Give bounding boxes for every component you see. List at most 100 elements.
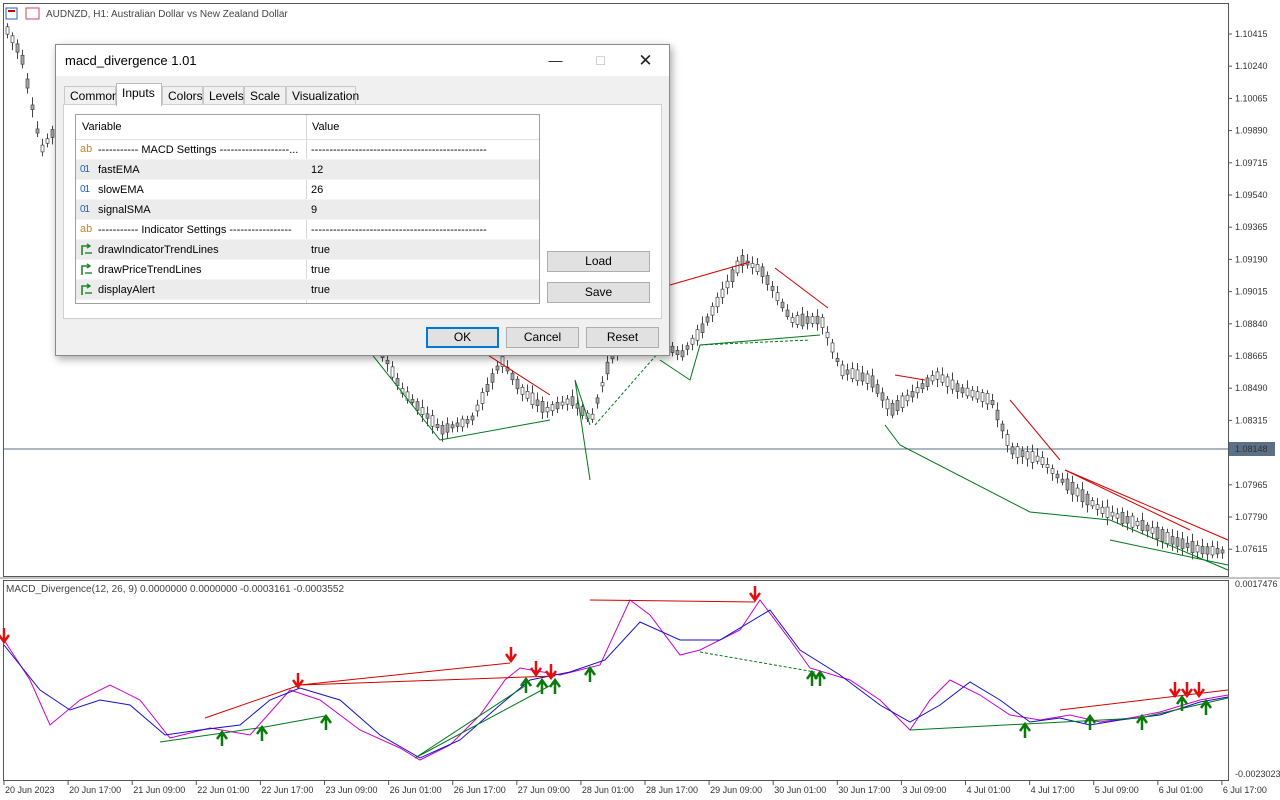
candle-body	[885, 398, 890, 410]
dialog-titlebar[interactable]: macd_divergence 1.01 — □ ✕	[56, 45, 669, 76]
macd-line	[3, 599, 1229, 761]
signal-line	[3, 609, 1229, 759]
minimize-icon[interactable]: —	[533, 45, 578, 76]
input-value[interactable]: true	[311, 284, 536, 296]
candle-body	[525, 391, 530, 399]
load-button[interactable]: Load	[547, 251, 650, 272]
time-label: 6 Jul 01:00	[1159, 785, 1203, 795]
input-row-displayalert[interactable]: displayAlert true	[76, 280, 539, 300]
candle-body	[1205, 546, 1210, 555]
candle-body	[510, 372, 515, 381]
candle-body	[985, 393, 990, 405]
input-value[interactable]: true	[311, 244, 536, 256]
price-label: 1.09365	[1235, 222, 1268, 232]
time-label: 30 Jun 17:00	[838, 785, 890, 795]
candle-body	[1020, 450, 1025, 458]
candle-body	[485, 384, 490, 392]
tab-colors[interactable]: Colors	[162, 86, 203, 105]
price-label: 1.10065	[1235, 93, 1268, 103]
indicator-properties-dialog: macd_divergence 1.01 — □ ✕ Common Inputs…	[55, 44, 670, 356]
price-label: 1.10240	[1235, 61, 1268, 71]
column-header-value[interactable]: Value	[312, 121, 339, 133]
tab-levels[interactable]: Levels	[203, 86, 244, 105]
time-label: 27 Jun 09:00	[518, 785, 570, 795]
candle-body	[915, 387, 920, 394]
reset-button[interactable]: Reset	[586, 327, 659, 348]
candle-body	[45, 138, 50, 144]
time-label: 3 Jul 09:00	[902, 785, 946, 795]
input-value[interactable]: 9	[311, 204, 536, 216]
buy-arrow-icon	[319, 713, 333, 730]
input-value[interactable]: ----------------------------------------…	[311, 144, 536, 156]
candle-body	[565, 398, 570, 405]
candle-body	[750, 263, 755, 268]
cancel-button[interactable]: Cancel	[506, 327, 579, 348]
candle-body	[890, 403, 895, 416]
tab-inputs[interactable]: Inputs	[116, 83, 162, 106]
candle-body	[1045, 464, 1050, 468]
input-value[interactable]: 26	[311, 184, 536, 196]
input-variable-name: drawPriceTrendLines	[98, 264, 202, 276]
column-header-variable[interactable]: Variable	[82, 121, 122, 133]
time-label: 29 Jun 09:00	[710, 785, 762, 795]
buy-arrow-icon	[1018, 721, 1032, 738]
input-row-fastema[interactable]: 01 fastEMA 12	[76, 160, 539, 180]
candle-body	[20, 54, 25, 65]
candle-body	[995, 409, 1000, 421]
candle-body	[1190, 541, 1195, 553]
string-type-icon: ab	[80, 223, 93, 235]
terminal-chart-window: AUDNZD, H1: Australian Dollar vs New Zea…	[0, 0, 1280, 800]
candle-body	[445, 423, 450, 433]
input-row-signalsma[interactable]: 01 signalSMA 9	[76, 200, 539, 220]
close-icon[interactable]: ✕	[623, 45, 668, 76]
price-label: 1.07965	[1235, 480, 1268, 490]
price-label: 1.07790	[1235, 512, 1268, 522]
candle-body	[1010, 446, 1015, 455]
indicator-window-frame	[3, 580, 1229, 781]
tab-scale[interactable]: Scale	[244, 86, 286, 105]
integer-type-icon: 01	[80, 184, 90, 195]
candle-body	[975, 391, 980, 400]
save-button[interactable]: Save	[547, 282, 650, 303]
input-row-indicatorsettings[interactable]: ab ----------- Indicator Settings -------…	[76, 220, 539, 240]
candle-body	[1015, 446, 1020, 458]
candle-body	[5, 26, 10, 35]
time-label: 20 Jun 17:00	[69, 785, 121, 795]
input-row-drawpricetrendlines[interactable]: drawPriceTrendLines true	[76, 260, 539, 280]
input-row-macdsettings[interactable]: ab ----------- MACD Settings ------------…	[76, 140, 539, 160]
candle-body	[540, 401, 545, 413]
input-variable-name: slowEMA	[98, 184, 144, 196]
candle-body	[810, 316, 815, 324]
input-row-slowema[interactable]: 01 slowEMA 26	[76, 180, 539, 200]
time-label: 4 Jul 01:00	[967, 785, 1011, 795]
candle-body	[1110, 511, 1115, 517]
ok-button[interactable]: OK	[426, 327, 499, 348]
input-row-drawindicatortrendlines[interactable]: drawIndicatorTrendLines true	[76, 240, 539, 260]
input-value[interactable]: ----------------------------------------…	[311, 224, 536, 236]
candle-body	[1160, 529, 1165, 542]
candle-body	[1155, 526, 1160, 540]
tab-common[interactable]: Common	[64, 86, 119, 105]
price-label: 1.09540	[1235, 190, 1268, 200]
input-value[interactable]: 12	[311, 164, 536, 176]
maximize-icon[interactable]: □	[578, 45, 623, 76]
inputs-panel: Variable Value ab ----------- MACD Settin…	[63, 104, 662, 319]
input-value[interactable]: true	[311, 264, 536, 276]
input-variable-name: signalSMA	[98, 204, 151, 216]
integer-type-icon: 01	[80, 164, 90, 175]
candle-body	[390, 366, 395, 378]
candle-body	[715, 296, 720, 308]
candle-body	[1065, 478, 1070, 491]
candle-body	[770, 285, 775, 291]
tab-visualization[interactable]: Visualization	[286, 86, 359, 105]
candle-body	[545, 406, 550, 413]
candle-body	[705, 316, 710, 323]
time-label: 30 Jun 01:00	[774, 785, 826, 795]
candle-body	[860, 372, 865, 382]
price-label: 1.08840	[1235, 319, 1268, 329]
candle-body	[1055, 473, 1060, 479]
indicator-title: MACD_Divergence(12, 26, 9) 0.0000000 0.0…	[6, 584, 344, 595]
candle-body	[1170, 536, 1175, 545]
chart-type-icon	[25, 7, 40, 20]
buy-arrow-icon	[813, 669, 827, 686]
